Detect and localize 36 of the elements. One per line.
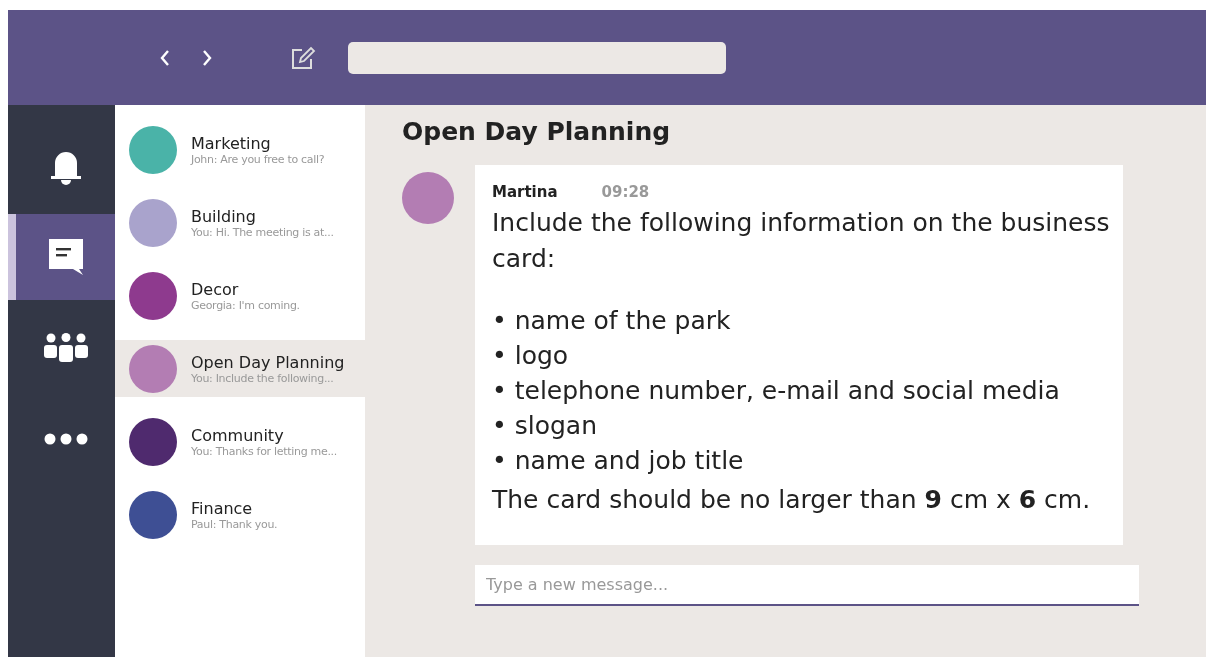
avatar bbox=[402, 172, 454, 224]
chat-item[interactable]: Finance Paul: Thank you. bbox=[115, 486, 365, 543]
chat-item[interactable]: Decor Georgia: I'm coming. bbox=[115, 267, 365, 324]
message-preview: You: Hi. The meeting is at... bbox=[191, 225, 334, 239]
message-input[interactable]: Type a new message... bbox=[475, 565, 1139, 606]
bullet-item: • slogan bbox=[492, 410, 598, 442]
chat-item[interactable]: Open Day Planning You: Include the following... bbox=[115, 340, 365, 397]
bullet-item: • name of the park bbox=[492, 305, 732, 337]
more-icon bbox=[43, 433, 88, 445]
message-preview: Georgia: I'm coming. bbox=[191, 298, 300, 312]
chat-name: Marketing bbox=[191, 133, 272, 153]
message-text: The card should be no larger than 9 cm x 6 cm. bbox=[492, 484, 1092, 516]
chat-name: Building bbox=[191, 206, 257, 226]
rail-tab[interactable] bbox=[8, 214, 115, 300]
team-icon bbox=[42, 333, 89, 363]
conversation-title: Open Day Planning bbox=[402, 117, 672, 148]
author-name: Martina bbox=[492, 183, 558, 201]
chat-name: Open Day Planning bbox=[191, 352, 345, 372]
timestamp: 09:28 bbox=[601, 183, 650, 201]
compose-icon[interactable] bbox=[290, 44, 316, 71]
message-text: Include the following information on the business card: bbox=[492, 207, 1111, 275]
chat-item[interactable]: Community You: Thanks for letting me... bbox=[115, 413, 365, 470]
chat-name: Finance bbox=[191, 498, 254, 518]
message-preview: John: Are you free to call? bbox=[191, 152, 325, 166]
bullet-item: • name and job title bbox=[492, 445, 745, 477]
message-preview: You: Include the following... bbox=[191, 371, 335, 385]
bullet-item: • logo bbox=[492, 340, 570, 372]
chat-item[interactable]: Building You: Hi. The meeting is at... bbox=[115, 194, 365, 251]
chat-item[interactable]: Marketing John: Are you free to call? bbox=[115, 121, 365, 178]
search-field[interactable] bbox=[348, 41, 726, 74]
chat-name: Community bbox=[191, 425, 285, 445]
message-preview: Paul: Thank you. bbox=[191, 517, 278, 531]
chat-name: Decor bbox=[191, 279, 240, 299]
message-preview: You: Thanks for letting me... bbox=[191, 444, 337, 458]
chat-icon bbox=[47, 238, 84, 276]
bullet-item: • telephone number, e-mail and social media bbox=[492, 375, 1061, 407]
